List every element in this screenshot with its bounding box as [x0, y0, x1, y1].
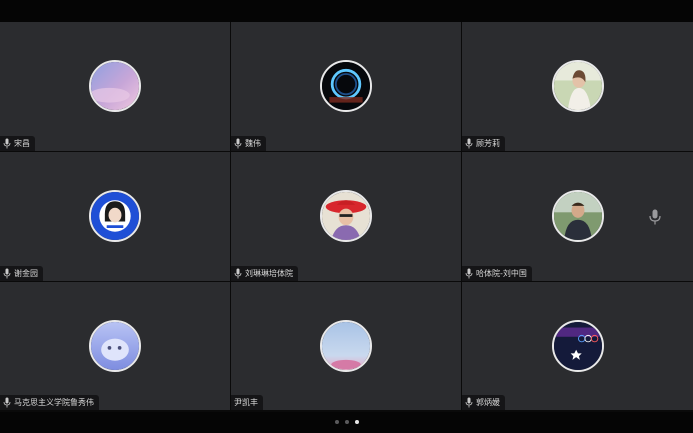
participant-tile[interactable]: 宋昌: [0, 22, 230, 151]
video-conference-window: 宋昌 魏伟 顾芳莉 谢金园 刘琳琳培体院 哈体院-刘中国 马克思主义学院鲁秀伟 …: [0, 0, 693, 433]
avatar-image: [553, 322, 602, 370]
participant-tile[interactable]: 顾芳莉: [462, 22, 693, 151]
participant-grid: 宋昌 魏伟 顾芳莉 谢金园 刘琳琳培体院 哈体院-刘中国 马克思主义学院鲁秀伟 …: [0, 22, 693, 412]
participant-name-tag: 宋昌: [0, 136, 35, 151]
avatar: [320, 320, 372, 372]
avatar-image: [322, 62, 370, 110]
participant-name: 马克思主义学院鲁秀伟: [14, 398, 94, 407]
participant-tile[interactable]: 尹凯丰: [231, 282, 461, 410]
avatar-image: [91, 192, 139, 240]
page-dot-active[interactable]: [354, 420, 359, 424]
participant-name: 哈体院-刘中国: [476, 269, 527, 278]
participant-name-tag: 郭炳媛: [462, 395, 505, 410]
participant-name-tag: 尹凯丰: [231, 395, 263, 410]
avatar-image: [91, 62, 139, 110]
mic-icon: [465, 138, 473, 149]
participant-name-tag: 马克思主义学院鲁秀伟: [0, 395, 99, 410]
participant-name: 魏伟: [245, 139, 261, 148]
participant-tile[interactable]: 魏伟: [231, 22, 461, 151]
avatar: [89, 60, 141, 112]
avatar: [551, 190, 604, 242]
participant-name-tag: 魏伟: [231, 136, 266, 151]
mic-icon: [465, 397, 473, 408]
avatar-image: [553, 192, 602, 240]
mic-icon[interactable]: [649, 209, 661, 225]
participant-tile[interactable]: 哈体院-刘中国: [462, 152, 693, 281]
participant-name-tag: 哈体院-刘中国: [462, 266, 532, 281]
participant-tile[interactable]: 谢金园: [0, 152, 230, 281]
participant-name: 尹凯丰: [234, 398, 258, 407]
mic-icon: [3, 138, 11, 149]
participant-name-tag: 刘琳琳培体院: [231, 266, 298, 281]
participant-name: 刘琳琳培体院: [245, 269, 293, 278]
participant-name: 谢金园: [14, 269, 38, 278]
top-bar: [0, 0, 693, 22]
participant-tile[interactable]: 马克思主义学院鲁秀伟: [0, 282, 230, 410]
avatar: [320, 190, 372, 242]
participant-tile[interactable]: 刘琳琳培体院: [231, 152, 461, 281]
participant-name-tag: 谢金园: [0, 266, 43, 281]
bottom-bar: [0, 412, 693, 433]
avatar: [551, 60, 604, 112]
avatar: [551, 320, 604, 372]
participant-name: 郭炳媛: [476, 398, 500, 407]
mic-icon: [465, 268, 473, 279]
avatar: [89, 190, 141, 242]
mic-icon: [234, 268, 242, 279]
avatar-image: [553, 62, 602, 110]
page-dot[interactable]: [344, 420, 349, 424]
mic-icon: [234, 138, 242, 149]
avatar-image: [91, 322, 139, 370]
page-indicator[interactable]: [334, 420, 359, 424]
participant-name-tag: 顾芳莉: [462, 136, 505, 151]
mic-icon: [3, 268, 11, 279]
avatar: [320, 60, 372, 112]
participant-tile[interactable]: 郭炳媛: [462, 282, 693, 410]
avatar: [89, 320, 141, 372]
participant-name: 宋昌: [14, 139, 30, 148]
page-dot[interactable]: [334, 420, 339, 424]
participant-name: 顾芳莉: [476, 139, 500, 148]
avatar-image: [322, 322, 370, 370]
avatar-image: [322, 192, 370, 240]
mic-icon: [3, 397, 11, 408]
